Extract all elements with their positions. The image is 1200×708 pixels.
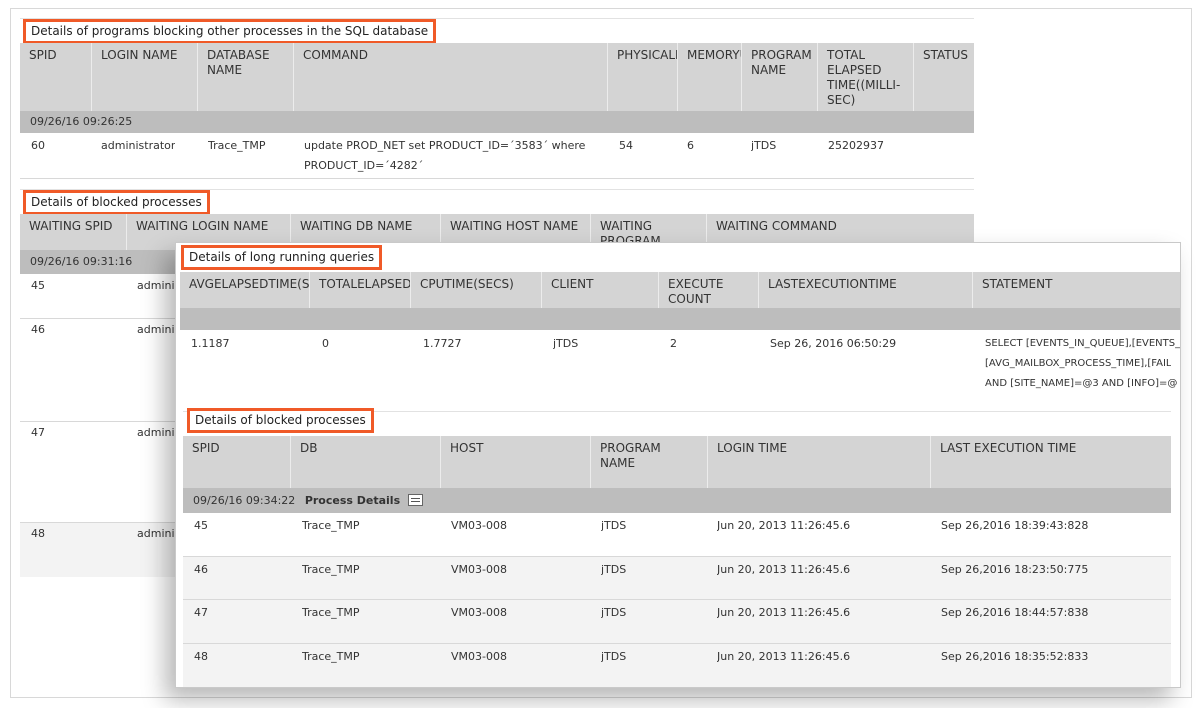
col-command[interactable]: COMMAND: [294, 43, 608, 111]
cell-statement-line3: AND [SITE_NAME]=@3 AND [INFO]=@: [985, 378, 1178, 389]
col-cpu-time[interactable]: CPUTIME(SECS): [411, 272, 542, 308]
cell-last-execution: Sep 26,2016 18:39:43:828: [941, 519, 1089, 532]
col-last-execution-time[interactable]: LAST EXECUTION TIME: [931, 436, 1171, 488]
cell-login: administrator: [101, 139, 176, 152]
cell-spid: 47: [194, 606, 208, 619]
cell-db: Trace_TMP: [302, 519, 360, 532]
long-running-queries-header: AVGELAPSEDTIME(SEC TOTALELAPSED CPUTIME(…: [180, 272, 1180, 308]
cell-last-execution: Sep 26,2016 18:35:52:833: [941, 650, 1089, 663]
cell-waiting-spid: 48: [31, 527, 45, 540]
cell-waiting-spid: 45: [31, 279, 45, 292]
cell-program: jTDS: [601, 563, 627, 576]
process-details-label: Process Details: [304, 494, 401, 507]
col-statement[interactable]: STATEMENT: [973, 272, 1180, 308]
col-host[interactable]: HOST: [441, 436, 591, 488]
table-row[interactable]: 48 Trace_TMP VM03-008 jTDS Jun 20, 2013 …: [183, 644, 1171, 687]
col-last-execution[interactable]: LASTEXECUTIONTIME: [759, 272, 973, 308]
cell-waiting-login: admini: [137, 426, 175, 439]
blocked-processes-panel: Details of blocked processes SPID DB HOS…: [183, 408, 1171, 687]
col-login-time[interactable]: LOGIN TIME: [708, 436, 931, 488]
col-login-name[interactable]: LOGIN NAME: [92, 43, 198, 111]
col-avg-elapsed[interactable]: AVGELAPSEDTIME(SEC: [180, 272, 310, 308]
cell-client: jTDS: [553, 337, 579, 350]
long-running-queries-title: Details of long running queries: [181, 245, 383, 270]
cell-statement-line2: [AVG_MAILBOX_PROCESS_TIME],[FAIL: [985, 358, 1172, 369]
cell-db: Trace_TMP: [302, 606, 360, 619]
cell-execute-count: 2: [670, 337, 677, 350]
cell-program: jTDS: [601, 606, 627, 619]
table-row[interactable]: 60 administrator Trace_TMP update PROD_N…: [20, 133, 974, 179]
cell-login-time: Jun 20, 2013 11:26:45.6: [717, 563, 851, 576]
cell-host: VM03-008: [451, 563, 507, 576]
col-spid[interactable]: SPID: [20, 43, 92, 111]
blocked-processes-header: SPID DB HOST PROGRAM NAME LOGIN TIME LAS…: [183, 436, 1171, 488]
cell-spid: 45: [194, 519, 208, 532]
blocking-programs-header: SPID LOGIN NAME DATABASE NAME COMMAND PH…: [20, 43, 974, 111]
col-database-name[interactable]: DATABASE NAME: [198, 43, 294, 111]
cell-db: Trace_TMP: [302, 563, 360, 576]
cell-spid: 60: [31, 139, 45, 152]
blocking-programs-title: Details of programs blocking other proce…: [23, 19, 437, 44]
col-program-name[interactable]: PROGRAM NAME: [742, 43, 818, 111]
col-execute-count[interactable]: EXECUTE COUNT: [659, 272, 759, 308]
col-total-elapsed[interactable]: TOTAL ELAPSED TIME((MILLI-SEC): [818, 43, 914, 111]
col-spid[interactable]: SPID: [183, 436, 291, 488]
col-client[interactable]: CLIENT: [542, 272, 659, 308]
cell-statement-line1: SELECT [EVENTS_IN_QUEUE],[EVENTS_: [985, 338, 1181, 349]
cell-program: jTDS: [751, 139, 777, 152]
cell-cpu-time: 1.7727: [423, 337, 462, 350]
col-status[interactable]: STATUS: [914, 43, 974, 111]
cell-database: Trace_TMP: [208, 139, 266, 152]
col-physical-io[interactable]: PHYSICALI: [608, 43, 678, 111]
table-row[interactable]: 47 Trace_TMP VM03-008 jTDS Jun 20, 2013 …: [183, 600, 1171, 644]
cell-last-execution: Sep 26,2016 18:44:57:838: [941, 606, 1089, 619]
group-row: 09/26/16 09:26:25: [20, 111, 974, 133]
cell-command-line1: update PROD_NET set PRODUCT_ID=´3583´ wh…: [304, 139, 586, 152]
cell-waiting-spid: 47: [31, 426, 45, 439]
cell-login-time: Jun 20, 2013 11:26:45.6: [717, 606, 851, 619]
collapse-list-icon[interactable]: [407, 494, 423, 506]
cell-waiting-login: admini: [137, 323, 175, 336]
cell-avg-elapsed: 1.1187: [191, 337, 230, 350]
table-row[interactable]: 1.1187 0 1.7727 jTDS 2 Sep 26, 2016 06:5…: [180, 330, 1181, 400]
cell-last-execution: Sep 26,2016 18:23:50:775: [941, 563, 1089, 576]
cell-command-line2: PRODUCT_ID=´4282´: [304, 159, 424, 172]
cell-physical: 54: [619, 139, 633, 152]
group-row: [180, 308, 1180, 330]
cell-spid: 48: [194, 650, 208, 663]
table-row[interactable]: 45 Trace_TMP VM03-008 jTDS Jun 20, 2013 …: [183, 513, 1171, 557]
process-details-group-row: 09/26/16 09:34:22 Process Details: [183, 488, 1171, 513]
cell-host: VM03-008: [451, 650, 507, 663]
col-memory-usage[interactable]: MEMORYU: [678, 43, 742, 111]
cell-login-time: Jun 20, 2013 11:26:45.6: [717, 519, 851, 532]
cell-program: jTDS: [601, 519, 627, 532]
cell-waiting-login: admini: [137, 527, 175, 540]
col-db[interactable]: DB: [291, 436, 441, 488]
col-waiting-spid[interactable]: WAITING SPID: [20, 214, 127, 250]
cell-last-execution: Sep 26, 2016 06:50:29: [770, 337, 897, 350]
cell-waiting-login: admini: [137, 279, 175, 292]
cell-waiting-spid: 46: [31, 323, 45, 336]
col-total-elapsed[interactable]: TOTALELAPSED: [310, 272, 411, 308]
cell-elapsed: 25202937: [828, 139, 884, 152]
blocked-processes-title: Details of blocked processes: [23, 190, 210, 215]
table-row[interactable]: 46 Trace_TMP VM03-008 jTDS Jun 20, 2013 …: [183, 557, 1171, 600]
cell-total-elapsed: 0: [322, 337, 329, 350]
cell-spid: 46: [194, 563, 208, 576]
cell-program: jTDS: [601, 650, 627, 663]
cell-host: VM03-008: [451, 606, 507, 619]
cell-db: Trace_TMP: [302, 650, 360, 663]
group-timestamp: 09/26/16 09:34:22: [193, 494, 296, 507]
blocking-programs-panel: Details of programs blocking other proce…: [20, 18, 974, 180]
cell-memory: 6: [687, 139, 694, 152]
cell-host: VM03-008: [451, 519, 507, 532]
col-program-name[interactable]: PROGRAM NAME: [591, 436, 708, 488]
blocked-processes-title: Details of blocked processes: [187, 408, 374, 433]
cell-login-time: Jun 20, 2013 11:26:45.6: [717, 650, 851, 663]
long-running-queries-window: Details of long running queries AVGELAPS…: [175, 242, 1181, 688]
